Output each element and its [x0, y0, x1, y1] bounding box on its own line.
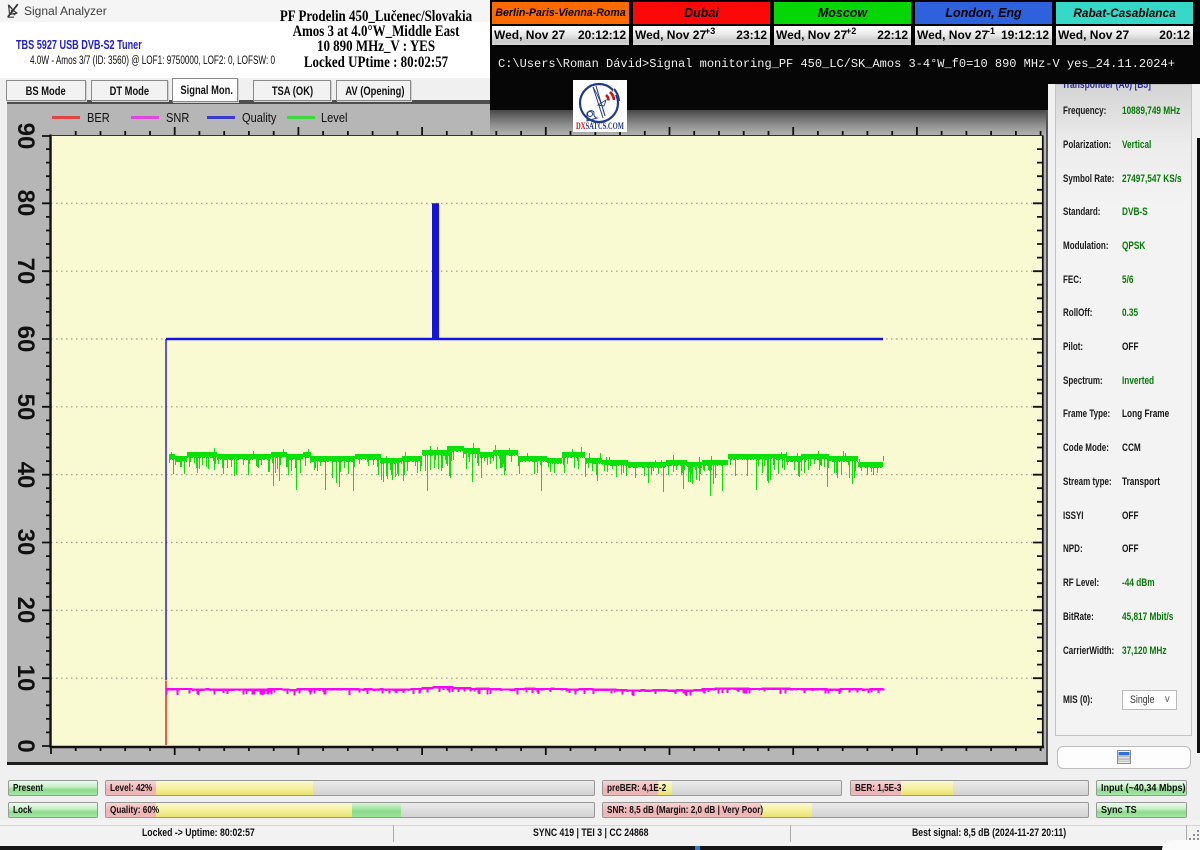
svg-text:70: 70: [12, 258, 39, 285]
svg-text:10: 10: [12, 665, 39, 692]
svg-text:DXSATCS.COM: DXSATCS.COM: [576, 121, 624, 131]
svg-text:20: 20: [12, 597, 39, 624]
svg-text:0: 0: [12, 739, 39, 752]
svg-text:50: 50: [12, 394, 39, 421]
svg-text:30: 30: [12, 529, 39, 556]
svg-text:40: 40: [12, 462, 39, 489]
svg-text:90: 90: [12, 123, 39, 150]
svg-text:60: 60: [12, 326, 39, 353]
svg-text:80: 80: [12, 190, 39, 217]
